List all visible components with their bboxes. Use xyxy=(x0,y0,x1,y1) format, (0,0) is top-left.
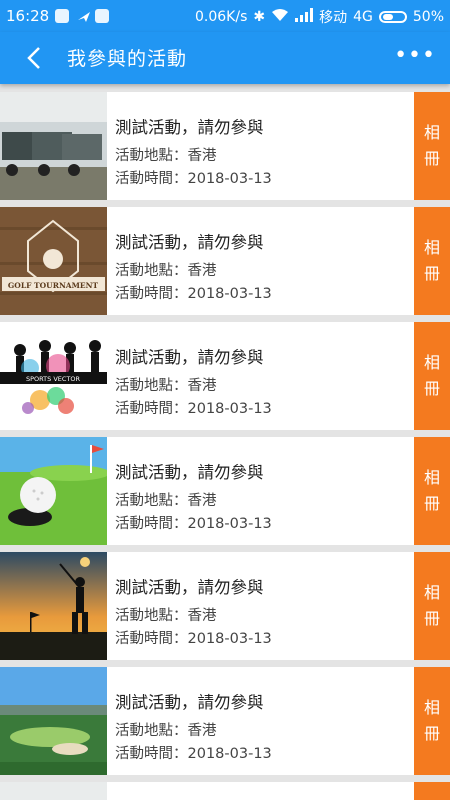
album-button[interactable]: 相冊 xyxy=(414,92,450,200)
album-button[interactable]: 相冊 xyxy=(414,552,450,660)
event-card[interactable] xyxy=(0,782,450,800)
status-bar: 16:28 0.06K/s ✱ 移动 4G 50% xyxy=(0,0,450,32)
event-date: 活動時間：2018-03-13 xyxy=(115,746,272,762)
more-button[interactable]: ••• xyxy=(394,43,436,68)
event-location: 活動地點：香港 xyxy=(115,148,217,164)
event-title: 測試活動，請勿參與 xyxy=(115,233,264,252)
sports-vector-image: SPORTS VECTOR xyxy=(0,322,107,430)
back-arrow-icon xyxy=(27,47,40,69)
event-date: 活動時間：2018-03-13 xyxy=(115,286,272,302)
event-location: 活動地點：香港 xyxy=(115,608,217,624)
battery-icon xyxy=(378,11,407,23)
event-thumbnail[interactable] xyxy=(0,552,107,660)
album-button[interactable]: 相冊 xyxy=(414,207,450,315)
app-header: 我參與的活動 ••• xyxy=(0,32,450,84)
upload-notification-icon xyxy=(95,9,109,23)
event-info: 測試活動，請勿參與 活動地點：香港 活動時間：2018-03-13 xyxy=(115,207,410,303)
event-title: 測試活動，請勿參與 xyxy=(115,578,264,597)
event-card[interactable]: SPORTS VECTOR 測試活動，請勿參與 活動地點：香港 活動時間：201… xyxy=(0,322,450,430)
album-button[interactable]: 相冊 xyxy=(414,667,450,775)
event-date: 活動時間：2018-03-13 xyxy=(115,516,272,532)
golf-carts-image xyxy=(0,782,107,800)
event-date: 活動時間：2018-03-13 xyxy=(115,171,272,187)
event-thumbnail[interactable] xyxy=(0,437,107,545)
event-info: 測試活動，請勿參與 活動地點：香港 活動時間：2018-03-13 xyxy=(115,92,410,188)
event-card[interactable]: GOLF TOURNAMENT 測試活動，請勿參與 活動地點：香港 活動時間：2… xyxy=(0,207,450,315)
album-button[interactable]: 相冊 xyxy=(414,437,450,545)
event-date: 活動時間：2018-03-13 xyxy=(115,631,272,647)
event-date: 活動時間：2018-03-13 xyxy=(115,401,272,417)
golf-ball-image xyxy=(0,437,107,545)
event-location: 活動地點：香港 xyxy=(115,723,217,739)
wifi-icon xyxy=(271,8,289,26)
event-location: 活動地點：香港 xyxy=(115,263,217,279)
event-card[interactable]: 測試活動，請勿參與 活動地點：香港 活動時間：2018-03-13 相冊 xyxy=(0,552,450,660)
event-info: 測試活動，請勿參與 活動地點：香港 活動時間：2018-03-13 xyxy=(115,667,410,763)
network-speed: 0.06K/s xyxy=(195,9,248,25)
signal-icon xyxy=(295,8,314,26)
golf-tournament-image: GOLF TOURNAMENT xyxy=(0,207,107,315)
network-type: 4G xyxy=(353,9,373,25)
event-thumbnail[interactable] xyxy=(0,667,107,775)
sports-vector-text: SPORTS VECTOR xyxy=(26,375,81,383)
event-thumbnail[interactable] xyxy=(0,92,107,200)
more-dots-icon: ••• xyxy=(394,43,436,68)
back-button[interactable] xyxy=(20,42,52,74)
golf-carts-image xyxy=(0,92,107,200)
event-title: 測試活動，請勿參與 xyxy=(115,463,264,482)
event-info: 測試活動，請勿參與 活動地點：香港 活動時間：2018-03-13 xyxy=(115,437,410,533)
golf-course-image xyxy=(0,667,107,775)
carrier-label: 移动 xyxy=(319,10,348,26)
event-card[interactable]: 測試活動，請勿參與 活動地點：香港 活動時間：2018-03-13 相冊 xyxy=(0,437,450,545)
event-thumbnail[interactable]: GOLF TOURNAMENT xyxy=(0,207,107,315)
event-title: 測試活動，請勿參與 xyxy=(115,693,264,712)
event-card[interactable]: 測試活動，請勿參與 活動地點：香港 活動時間：2018-03-13 相冊 xyxy=(0,667,450,775)
shield-notification-icon xyxy=(55,9,69,23)
golf-tournament-text: GOLF TOURNAMENT xyxy=(8,281,99,290)
bird-notification-icon xyxy=(77,9,91,23)
bluetooth-icon: ✱ xyxy=(253,9,266,25)
event-location: 活動地點：香港 xyxy=(115,493,217,509)
album-button[interactable] xyxy=(414,782,450,800)
event-info: 測試活動，請勿參與 活動地點：香港 活動時間：2018-03-13 xyxy=(115,552,410,648)
page-title: 我參與的活動 xyxy=(67,48,188,70)
event-title: 測試活動，請勿參與 xyxy=(115,348,264,367)
event-thumbnail[interactable] xyxy=(0,782,107,800)
event-title: 測試活動，請勿參與 xyxy=(115,118,264,137)
golfer-sunset-image xyxy=(0,552,107,660)
status-right: 0.06K/s ✱ 移动 4G 50% xyxy=(195,7,444,27)
event-thumbnail[interactable]: SPORTS VECTOR xyxy=(0,322,107,430)
status-time: 16:28 xyxy=(6,7,50,25)
album-button[interactable]: 相冊 xyxy=(414,322,450,430)
event-location: 活動地點：香港 xyxy=(115,378,217,394)
battery-percent: 50% xyxy=(412,9,444,25)
event-info: 測試活動，請勿參與 活動地點：香港 活動時間：2018-03-13 xyxy=(115,322,410,418)
event-card[interactable]: 測試活動，請勿參與 活動地點：香港 活動時間：2018-03-13 相冊 xyxy=(0,92,450,200)
